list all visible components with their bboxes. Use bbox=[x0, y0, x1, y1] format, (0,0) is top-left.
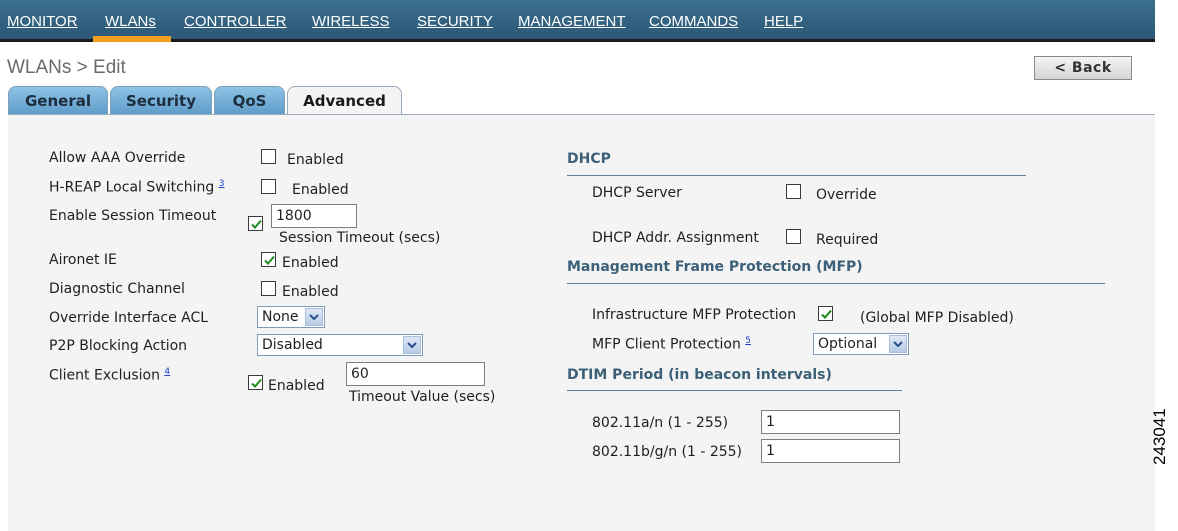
dhcp-assignment-option: Required bbox=[816, 232, 879, 248]
check-icon bbox=[821, 309, 832, 319]
mfp-divider bbox=[567, 283, 1105, 284]
dtim-heading: DTIM Period (in beacon intervals) bbox=[567, 367, 832, 383]
override-acl-select[interactable]: None bbox=[257, 306, 325, 328]
diagnostic-channel-checkbox[interactable] bbox=[261, 281, 276, 296]
nav-management[interactable]: MANAGEMENT bbox=[518, 13, 626, 30]
dtim-a-label: 802.11a/n (1 - 255) bbox=[592, 415, 729, 431]
chevron-down-icon[interactable] bbox=[403, 336, 421, 354]
nav-security[interactable]: SECURITY bbox=[417, 13, 493, 30]
session-timeout-label: Enable Session Timeout bbox=[49, 208, 217, 224]
hreap-footnote-link[interactable]: 3 bbox=[219, 179, 225, 189]
dhcp-server-label: DHCP Server bbox=[592, 185, 682, 201]
tab-security[interactable]: Security bbox=[110, 86, 212, 114]
chevron-down-icon[interactable] bbox=[305, 308, 323, 326]
override-acl-value: None bbox=[262, 309, 299, 325]
session-timeout-input[interactable]: 1800 bbox=[271, 204, 357, 228]
page-title: WLANs > Edit bbox=[7, 57, 126, 78]
client-exclusion-option: Enabled bbox=[268, 378, 325, 394]
dtim-bg-label: 802.11b/g/n (1 - 255) bbox=[592, 444, 743, 460]
mfp-client-value: Optional bbox=[818, 336, 878, 352]
mfp-client-select[interactable]: Optional bbox=[813, 333, 909, 355]
nav-help[interactable]: HELP bbox=[764, 13, 803, 30]
dhcp-server-checkbox[interactable] bbox=[786, 184, 801, 199]
nav-wlans[interactable]: WLANs bbox=[105, 13, 156, 30]
exclusion-timeout-input[interactable]: 60 bbox=[346, 362, 485, 386]
p2p-blocking-label: P2P Blocking Action bbox=[49, 338, 188, 354]
mfp-client-footnote-link[interactable]: 5 bbox=[745, 336, 751, 346]
client-exclusion-label: Client Exclusion 4 bbox=[49, 367, 171, 384]
figure-id: 243041 bbox=[1150, 408, 1169, 465]
nav-wireless[interactable]: WIRELESS bbox=[312, 13, 390, 30]
top-navigation: MONITOR WLANs CONTROLLER WIRELESS SECURI… bbox=[0, 0, 1155, 42]
aironet-ie-option: Enabled bbox=[282, 255, 339, 271]
global-mfp-note: (Global MFP Disabled) bbox=[860, 310, 1014, 326]
chevron-down-icon[interactable] bbox=[889, 335, 907, 353]
back-button[interactable]: < Back bbox=[1034, 56, 1132, 80]
mfp-heading: Management Frame Protection (MFP) bbox=[567, 259, 863, 275]
diagnostic-channel-label: Diagnostic Channel bbox=[49, 281, 185, 297]
dhcp-assignment-label: DHCP Addr. Assignment bbox=[592, 230, 759, 246]
aironet-ie-checkbox[interactable] bbox=[261, 252, 276, 267]
dhcp-server-option: Override bbox=[816, 187, 877, 203]
override-acl-label: Override Interface ACL bbox=[49, 310, 209, 326]
mfp-client-label: MFP Client Protection 5 bbox=[592, 336, 752, 353]
dtim-a-input[interactable]: 1 bbox=[761, 410, 900, 434]
infra-mfp-checkbox[interactable] bbox=[818, 306, 833, 321]
tab-general[interactable]: General bbox=[8, 86, 108, 114]
hreap-checkbox[interactable] bbox=[261, 179, 276, 194]
p2p-blocking-value: Disabled bbox=[262, 337, 323, 353]
diagnostic-channel-option: Enabled bbox=[282, 284, 339, 300]
client-exclusion-footnote-link[interactable]: 4 bbox=[164, 367, 170, 377]
hreap-label: H-REAP Local Switching 3 bbox=[49, 179, 225, 196]
session-timeout-checkbox[interactable] bbox=[248, 216, 263, 231]
nav-monitor[interactable]: MONITOR bbox=[7, 13, 78, 30]
check-icon bbox=[251, 378, 262, 388]
check-icon bbox=[251, 219, 262, 229]
session-timeout-caption: Session Timeout (secs) bbox=[279, 230, 441, 246]
dhcp-assignment-checkbox[interactable] bbox=[786, 229, 801, 244]
dhcp-heading: DHCP bbox=[567, 151, 611, 167]
tab-advanced[interactable]: Advanced bbox=[287, 86, 402, 115]
nav-controller[interactable]: CONTROLLER bbox=[184, 13, 287, 30]
active-nav-indicator bbox=[93, 36, 171, 42]
dhcp-divider bbox=[567, 175, 1026, 176]
exclusion-timeout-caption: Timeout Value (secs) bbox=[349, 389, 496, 405]
aaa-override-checkbox[interactable] bbox=[261, 149, 276, 164]
dtim-divider bbox=[567, 390, 902, 391]
client-exclusion-checkbox[interactable] bbox=[248, 375, 263, 390]
aironet-ie-label: Aironet IE bbox=[49, 252, 117, 268]
dtim-bg-input[interactable]: 1 bbox=[761, 439, 900, 463]
aaa-override-option: Enabled bbox=[287, 152, 344, 168]
nav-commands[interactable]: COMMANDS bbox=[649, 13, 738, 30]
aaa-override-label: Allow AAA Override bbox=[49, 150, 186, 166]
hreap-option: Enabled bbox=[292, 182, 349, 198]
check-icon bbox=[264, 255, 275, 265]
p2p-blocking-select[interactable]: Disabled bbox=[257, 334, 423, 356]
tab-qos[interactable]: QoS bbox=[214, 86, 285, 114]
infra-mfp-label: Infrastructure MFP Protection bbox=[592, 307, 797, 323]
